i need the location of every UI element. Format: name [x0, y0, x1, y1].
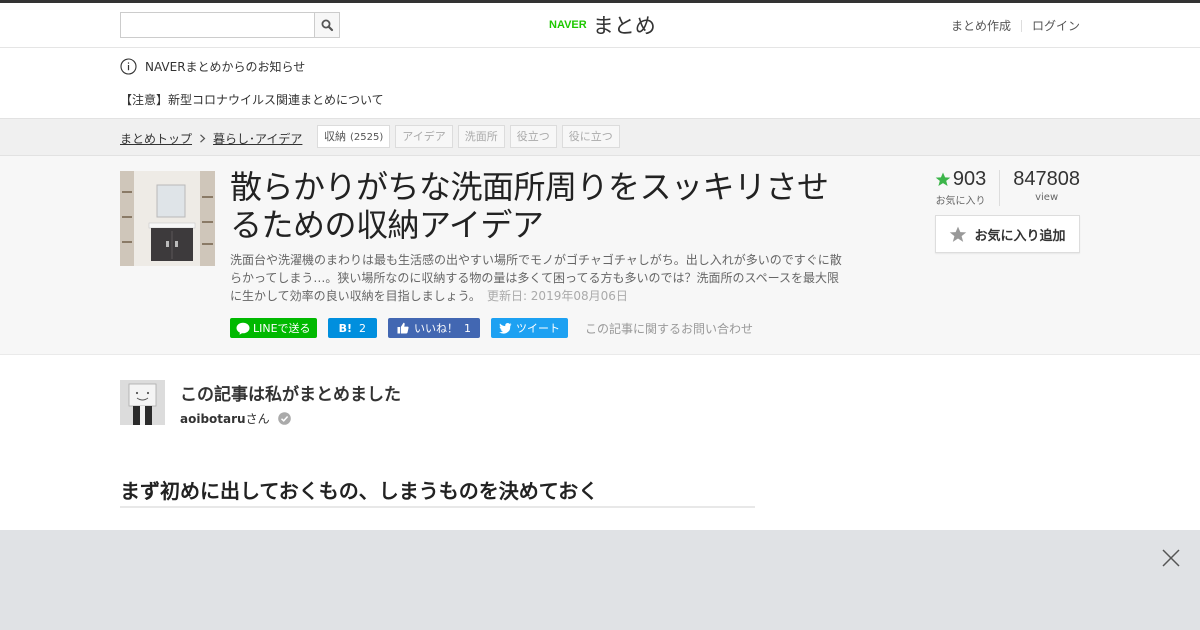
section-heading: まず初めに出しておくもの、しまうものを決めておく	[120, 475, 755, 508]
tag-helpful[interactable]: 役に立つ	[561, 125, 620, 148]
article-header: 散らかりがちな洗面所周りをスッキリさせるための収納アイデア 洗面台や洗濯機のまわ…	[0, 156, 1200, 355]
star-icon	[950, 226, 967, 242]
link-divider	[1020, 19, 1022, 32]
search-button[interactable]	[314, 13, 339, 37]
line-share-label: LINEで送る	[253, 322, 311, 335]
header-links: まとめ作成 ログイン	[951, 17, 1080, 34]
add-favorite-button[interactable]: お気に入り追加	[935, 215, 1080, 253]
hatena-bookmark-button[interactable]: B! 2	[327, 318, 377, 338]
star-icon	[935, 172, 951, 186]
tag-list: 収納 (2525) アイデア 洗面所 役立つ 役に立つ	[317, 125, 625, 148]
author-name-link[interactable]: aoibotaru	[180, 412, 246, 426]
article-thumbnail[interactable]	[120, 171, 215, 266]
views-label: view	[1035, 192, 1059, 203]
chevron-right-icon	[200, 134, 206, 143]
tag-useful[interactable]: 役立つ	[509, 125, 557, 148]
line-icon	[236, 322, 250, 335]
hatena-label: B!	[338, 321, 352, 335]
author-suffix: さん	[245, 412, 270, 426]
article-contact-link[interactable]: この記事に関するお問い合わせ	[585, 320, 753, 337]
article-description: 洗面台や洗濯機のまわりは最も生活感の出やすい場所でモノがゴチャゴチャしがち。出し…	[230, 251, 846, 305]
site-header: NAVER まとめ まとめ作成 ログイン	[0, 3, 1200, 48]
favorites-count: 903	[952, 168, 987, 190]
author-heading: この記事は私がまとめました	[180, 385, 401, 405]
tag-storage[interactable]: 収納 (2525)	[317, 125, 391, 148]
close-icon[interactable]	[1162, 549, 1180, 567]
tag-washroom[interactable]: 洗面所	[457, 125, 505, 148]
notice-item-link[interactable]: 【注意】新型コロナウイルス関連まとめについて	[120, 91, 384, 108]
logo-brand: NAVER	[549, 19, 587, 31]
share-buttons: LINEで送る B! 2 いいね！ 1 ツイート この記事に関するお問い合わせ	[230, 318, 753, 338]
author-avatar-image	[120, 380, 165, 425]
search-icon	[321, 19, 334, 32]
washroom-image	[120, 171, 215, 266]
breadcrumb-bar: まとめトップ 暮らし･アイデア 収納 (2525) アイデア 洗面所 役立つ 役に…	[0, 118, 1200, 156]
views-stat: 847808 view	[1013, 168, 1080, 207]
favorites-stat: 903 お気に入り	[935, 168, 987, 207]
views-count: 847808	[1013, 168, 1080, 190]
notice-heading: NAVERまとめからのお知らせ	[120, 58, 305, 75]
hatena-count: 2	[358, 321, 366, 335]
info-icon	[120, 58, 137, 75]
tag-label: 収納	[324, 130, 346, 143]
facebook-like-button[interactable]: いいね！ 1	[387, 318, 480, 338]
notice-title: NAVERまとめからのお知らせ	[145, 60, 306, 74]
tweet-button[interactable]: ツイート	[490, 318, 568, 338]
verified-check-icon	[277, 412, 291, 425]
ad-overlay	[0, 530, 1200, 630]
add-favorite-label: お気に入り追加	[974, 228, 1066, 244]
thumbs-up-icon	[397, 322, 409, 334]
facebook-like-label: いいね！	[413, 322, 458, 335]
login-link[interactable]: ログイン	[1032, 17, 1080, 34]
author-name-row: aoibotaru さん	[180, 410, 291, 427]
search-input[interactable]	[121, 13, 315, 37]
tag-idea[interactable]: アイデア	[395, 125, 453, 148]
breadcrumb-item-top[interactable]: まとめトップ	[120, 130, 192, 147]
line-share-button[interactable]: LINEで送る	[230, 318, 317, 338]
author-block: この記事は私がまとめました aoibotaru さん	[120, 380, 720, 426]
tweet-label: ツイート	[515, 322, 560, 335]
article-stats: 903 お気に入り 847808 view	[935, 168, 1080, 207]
facebook-like-count: 1	[463, 321, 471, 335]
updated-date: 更新日: 2019年08月06日	[486, 289, 628, 303]
create-matome-link[interactable]: まとめ作成	[951, 17, 1011, 34]
logo-product: まとめ	[592, 14, 656, 38]
stat-divider	[999, 170, 1001, 206]
tag-count: (2525)	[350, 132, 384, 143]
avatar[interactable]	[120, 380, 165, 425]
article-title: 散らかりがちな洗面所周りをスッキリさせるための収納アイデア	[230, 168, 829, 244]
breadcrumb-item-category[interactable]: 暮らし･アイデア	[213, 130, 302, 147]
twitter-bird-icon	[498, 322, 512, 334]
search-box	[120, 12, 340, 38]
breadcrumb: まとめトップ 暮らし･アイデア	[120, 130, 302, 147]
favorites-label: お気に入り	[935, 196, 986, 207]
naver-matome-logo[interactable]: NAVER まとめ	[549, 10, 656, 40]
